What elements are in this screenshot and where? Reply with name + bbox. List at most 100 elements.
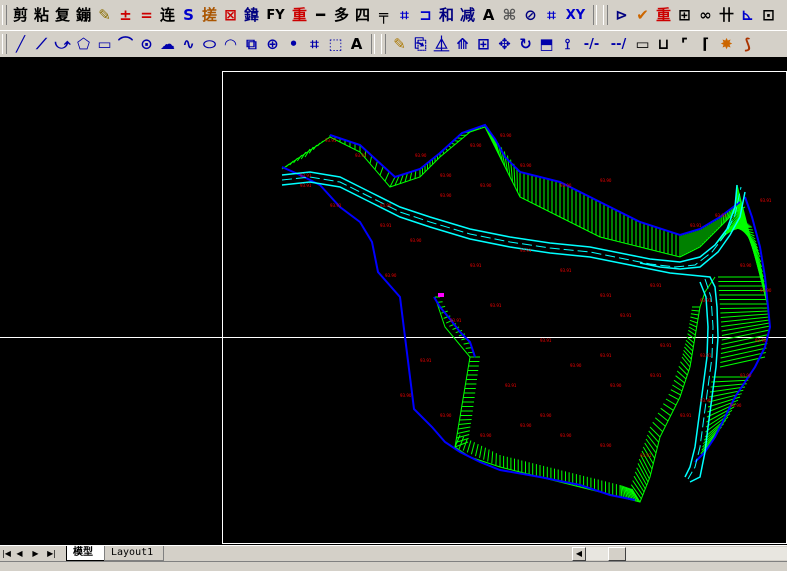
fillet-icon[interactable]: FY	[262, 4, 289, 26]
nav-next-tab-icon[interactable]: ▶	[30, 548, 41, 559]
mirror-icon[interactable]: 鍏	[241, 4, 262, 26]
circle-icon[interactable]: ⊙	[136, 33, 157, 55]
fillet-draw-icon[interactable]: ⌈	[695, 33, 716, 55]
extend-draw-icon[interactable]: --/	[605, 33, 632, 55]
stretch-draw-icon[interactable]: ⟟	[557, 33, 578, 55]
check-icon[interactable]: ✔	[632, 4, 653, 26]
elevation-label: 93.90	[415, 153, 427, 158]
drawing-canvas[interactable]: 93.9193.9193.9193.9093.9093.9093.9093.90…	[0, 57, 787, 545]
offset-icon[interactable]: =	[136, 4, 157, 26]
pencil-icon[interactable]: ✎	[94, 4, 115, 26]
grid-icon[interactable]: ⌗	[541, 4, 562, 26]
elevation-label: 93.91	[690, 223, 702, 228]
scale-icon[interactable]: ⬒	[536, 33, 557, 55]
edit-icon[interactable]: 鏰	[73, 4, 94, 26]
line-break-icon[interactable]: ━	[310, 4, 331, 26]
coordinate-icon[interactable]: XY	[562, 4, 589, 26]
elevation-label: 93.90	[385, 273, 397, 278]
move-icon[interactable]: ✥	[494, 33, 515, 55]
hatch-draw-icon[interactable]: ⌗	[304, 33, 325, 55]
toolbar-grip[interactable]	[2, 5, 7, 25]
elevation-label: 93.91	[450, 318, 462, 323]
scroll-left-button[interactable]: ◀	[572, 547, 586, 561]
elevation-label: 93.91	[520, 248, 532, 253]
copy-object-icon[interactable]: ⎘	[410, 33, 431, 55]
divide-icon[interactable]: ╤	[373, 4, 394, 26]
slope-hatch-line	[375, 161, 378, 170]
slope-hatch-line	[690, 317, 698, 319]
offset-draw-icon[interactable]: ⟰	[452, 33, 473, 55]
toolbar-grip[interactable]	[2, 34, 7, 54]
mirror-draw-icon[interactable]: ⏅	[431, 33, 452, 55]
insert-icon[interactable]: ⧉	[241, 33, 262, 55]
break-icon[interactable]: 搓	[199, 4, 220, 26]
rectangle-edit-icon[interactable]: 四	[352, 4, 373, 26]
erase-draw-icon[interactable]: ✎	[389, 33, 410, 55]
measure-icon[interactable]: 卄	[716, 4, 737, 26]
ellipse-icon[interactable]: ⬭	[199, 33, 220, 55]
mtext-icon[interactable]: A	[346, 33, 367, 55]
trim-icon[interactable]: 剪	[10, 4, 31, 26]
angle-icon[interactable]: ⊾	[737, 4, 758, 26]
tab-layout1[interactable]: Layout1	[104, 546, 164, 561]
polyline-icon[interactable]: 多	[331, 4, 352, 26]
link-icon[interactable]: ∞	[695, 4, 716, 26]
construction-line-icon[interactable]: ⟋	[31, 33, 52, 55]
nav-first-tab-icon[interactable]: |◀	[1, 548, 12, 559]
toolbar-grip[interactable]	[381, 34, 386, 54]
zoom-window-icon[interactable]: ⊡	[758, 4, 779, 26]
insert-block-icon[interactable]: ⊞	[674, 4, 695, 26]
make-block-icon[interactable]: ⊕	[262, 33, 283, 55]
nav-prev-tab-icon[interactable]: ◀	[14, 548, 25, 559]
array-icon[interactable]: ⊞	[473, 33, 494, 55]
break-at-point-icon[interactable]: ⊔	[653, 33, 674, 55]
elevation-label: 93.91	[300, 183, 312, 188]
spline-icon[interactable]: ∿	[178, 33, 199, 55]
erase-icon[interactable]: ⊠	[220, 4, 241, 26]
revision-cloud-icon[interactable]: ☁	[157, 33, 178, 55]
explode-icon[interactable]: ✸	[716, 33, 737, 55]
break-draw-icon[interactable]: ▭	[632, 33, 653, 55]
chamfer-icon[interactable]: ⌜	[674, 33, 695, 55]
text-edit-icon[interactable]: ⌘	[499, 4, 520, 26]
hatch-icon[interactable]: ⌗	[394, 4, 415, 26]
paste-icon[interactable]: 粘	[31, 4, 52, 26]
copy-icon[interactable]: 复	[52, 4, 73, 26]
regen-icon[interactable]: 重	[653, 4, 674, 26]
redraw-icon[interactable]: 重	[289, 4, 310, 26]
join-icon[interactable]: 连	[157, 4, 178, 26]
draw-toolbar: ╱⟋⤻⬠▭⌒⊙☁∿⬭◠⧉⊕•⌗⬚A ✎⎘⏅⟰⊞✥↻⬒⟟-/---/▭⊔⌜⌈✸⟆	[0, 30, 787, 58]
horizontal-scrollbar[interactable]: ◀	[572, 547, 787, 560]
elevation-label: 93.91	[650, 373, 662, 378]
tab-model[interactable]: 模型	[66, 546, 106, 561]
pointer-icon[interactable]: ⊳	[611, 4, 632, 26]
stretch-icon[interactable]: S	[178, 4, 199, 26]
rotate-icon[interactable]: ↻	[515, 33, 536, 55]
elevation-label: 93.91	[600, 353, 612, 358]
modify-toolbar-buttons: 剪粘复鏰✎±=连S搓⊠鍏FY重━多四╤⌗⊐和减A⌘⊘⌗XY	[10, 4, 589, 26]
elevation-label: 93.90	[480, 183, 492, 188]
properties-icon[interactable]: ⟆	[737, 33, 758, 55]
trim-draw-icon[interactable]: -/-	[578, 33, 605, 55]
modify-toolbar-buttons-right: ⊳✔重⊞∞卄⊾⊡	[611, 4, 779, 26]
scroll-thumb[interactable]	[608, 547, 626, 561]
rectangle-icon[interactable]: ▭	[94, 33, 115, 55]
arc-icon[interactable]: ⌒	[115, 33, 136, 55]
polygon-icon[interactable]: ⬠	[73, 33, 94, 55]
bracket-icon[interactable]: ⊐	[415, 4, 436, 26]
region-icon[interactable]: ⬚	[325, 33, 346, 55]
extend-icon[interactable]: ±	[115, 4, 136, 26]
slope-outline-lower	[435, 277, 715, 502]
attribute-icon[interactable]: ⊘	[520, 4, 541, 26]
line-icon[interactable]: ╱	[10, 33, 31, 55]
nav-last-tab-icon[interactable]: ▶|	[46, 548, 57, 559]
polyline-draw-icon[interactable]: ⤻	[52, 33, 73, 55]
elevation-label: 93.90	[755, 338, 767, 343]
subtract-icon[interactable]: 减	[457, 4, 478, 26]
ellipse-arc-icon[interactable]: ◠	[220, 33, 241, 55]
point-icon[interactable]: •	[283, 33, 304, 55]
text-icon[interactable]: A	[478, 4, 499, 26]
modify-toolbar: 剪粘复鏰✎±=连S搓⊠鍏FY重━多四╤⌗⊐和减A⌘⊘⌗XY ⊳✔重⊞∞卄⊾⊡	[0, 0, 787, 31]
toolbar-grip[interactable]	[603, 5, 608, 25]
union-icon[interactable]: 和	[436, 4, 457, 26]
